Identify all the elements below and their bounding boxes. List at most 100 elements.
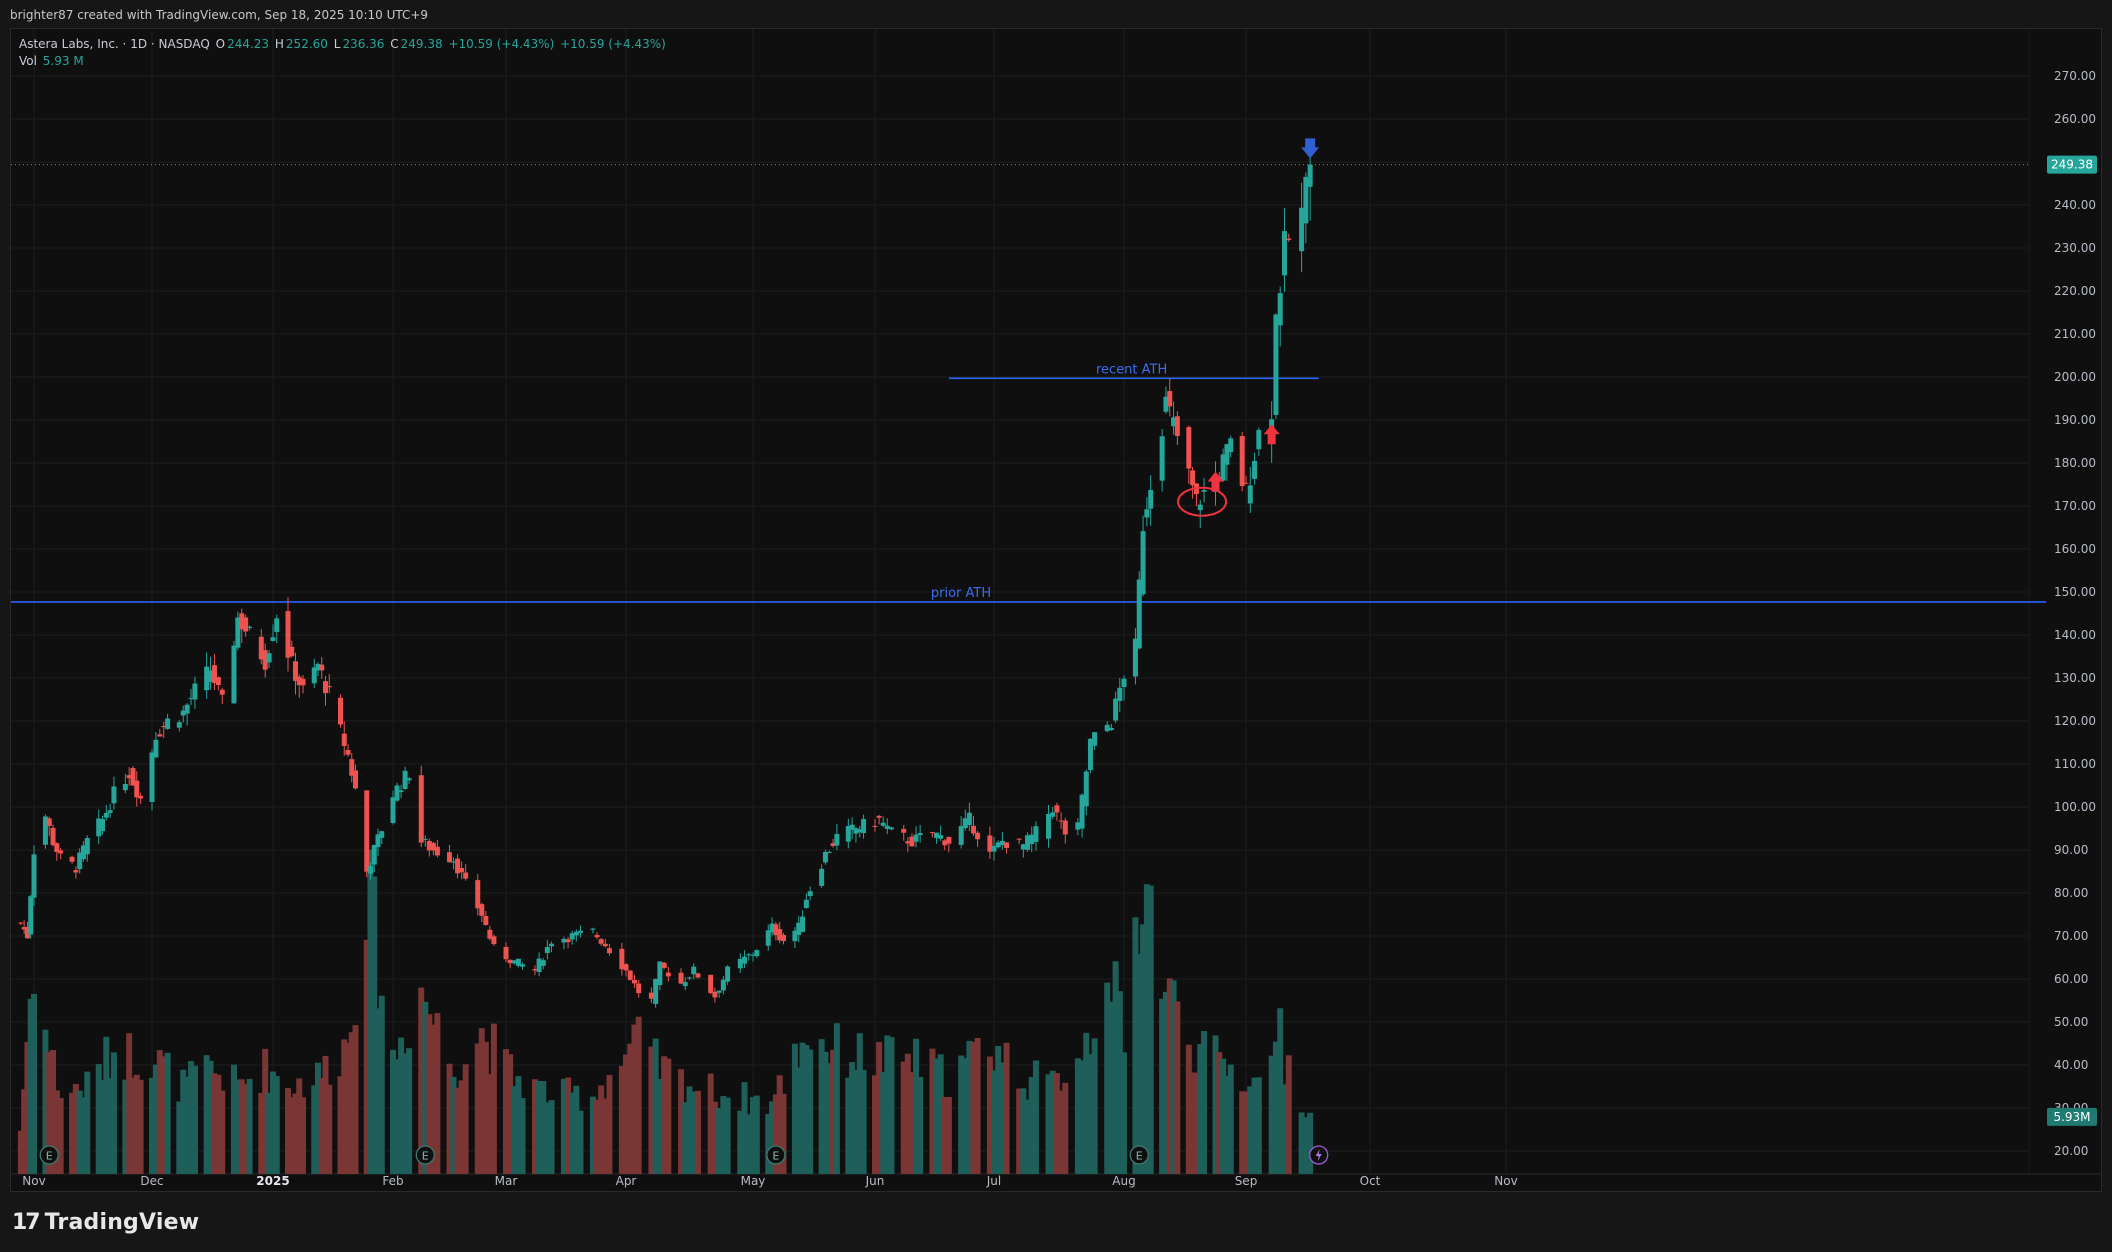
volume-bar	[753, 1095, 760, 1174]
candle-body	[1121, 678, 1127, 688]
candle-body	[636, 983, 642, 994]
lightning-icon	[1309, 1145, 1329, 1165]
candle-body	[134, 780, 140, 798]
y-tick-label: 190.00	[2054, 413, 2096, 427]
candle-body	[289, 646, 295, 657]
candle-body	[1228, 438, 1234, 453]
y-tick-label: 150.00	[2054, 585, 2096, 599]
candle-body	[1117, 687, 1123, 701]
candle-body	[379, 831, 385, 838]
y-tick-label: 80.00	[2054, 886, 2088, 900]
candle-body	[406, 778, 412, 781]
volume-bar	[1307, 1112, 1314, 1174]
low-value: 236.36	[342, 37, 385, 51]
volume-bar	[519, 1098, 526, 1174]
candle-body	[1307, 164, 1313, 187]
candle-body	[913, 834, 919, 842]
volume-bar	[548, 1100, 555, 1174]
volume-bar	[406, 1048, 413, 1174]
candle-body	[341, 733, 347, 746]
candle-body	[243, 617, 249, 632]
volume-bar	[888, 1037, 895, 1174]
candle-body	[107, 810, 113, 814]
candle-body	[1033, 826, 1039, 842]
candle-body	[1273, 314, 1279, 415]
candle-body	[807, 891, 813, 897]
tradingview-logo-text: TradingView	[44, 1210, 200, 1235]
candle-body	[111, 786, 117, 804]
volume-bar	[490, 1023, 497, 1174]
svg-text:E: E	[1136, 1150, 1143, 1163]
candle-body	[326, 685, 332, 688]
candle-body	[1190, 470, 1196, 486]
candle-body	[31, 854, 37, 898]
candle-body	[781, 934, 786, 942]
candle-body	[394, 785, 400, 801]
y-tick-label: 180.00	[2054, 456, 2096, 470]
candle-body	[691, 966, 697, 975]
volume-bar	[1091, 1038, 1098, 1174]
candle-body	[398, 790, 404, 792]
candle-body	[353, 770, 358, 789]
candle-body	[565, 939, 571, 943]
y-tick-label: 140.00	[2054, 628, 2096, 642]
candle-body	[231, 645, 237, 704]
volume-bar	[860, 1069, 867, 1174]
candle-body	[946, 836, 952, 844]
candle-body	[880, 822, 886, 826]
candle-body	[176, 722, 182, 728]
x-tick-label: Nov	[22, 1174, 45, 1188]
candle-body	[479, 904, 485, 916]
tradingview-logo[interactable]: 17 TradingView	[12, 1210, 199, 1235]
tradingview-logo-icon: 17	[12, 1210, 41, 1235]
candle-body	[958, 826, 964, 845]
candle-body	[665, 972, 671, 977]
level-label: prior ATH	[931, 586, 991, 601]
volume-bar	[326, 1084, 333, 1174]
candle-body	[270, 637, 276, 641]
candle-body	[765, 930, 771, 946]
candle-body	[1201, 490, 1207, 492]
candle-body	[549, 943, 555, 947]
candle-body	[826, 851, 832, 853]
candle-body	[100, 819, 106, 832]
volume-bar	[945, 1096, 952, 1174]
x-tick-label: Dec	[140, 1174, 163, 1188]
open-label: O	[215, 37, 226, 51]
candle-body	[1016, 838, 1022, 840]
candle-body	[192, 683, 198, 700]
candle-body	[1247, 485, 1253, 504]
candle-body	[103, 812, 109, 818]
candle-body	[1050, 812, 1056, 817]
price-chart[interactable]: prior ATHrecent ATH EEEE 270.00260.00250…	[11, 29, 2101, 1191]
candle-body	[695, 973, 701, 978]
candle-body	[122, 783, 128, 791]
high-value: 252.60	[285, 37, 328, 51]
symbol-name: Astera Labs, Inc. · 1D · NASDAQ	[19, 37, 210, 51]
candle-body	[503, 946, 509, 960]
y-tick-label: 230.00	[2054, 241, 2096, 255]
candle-body	[463, 872, 469, 879]
last-price-value: 249.38	[2051, 158, 2093, 172]
candle-body	[966, 812, 972, 826]
candle-body	[661, 962, 667, 969]
chart-panel[interactable]: Astera Labs, Inc. · 1D · NASDAQ O 244.23 …	[10, 28, 2102, 1192]
y-tick-label: 200.00	[2054, 370, 2096, 384]
candle-body	[73, 870, 79, 873]
candle-body	[418, 775, 424, 843]
y-tick-label: 120.00	[2054, 714, 2096, 728]
candle-body	[483, 915, 489, 925]
volume-bar	[378, 995, 385, 1174]
candle-body	[520, 964, 526, 967]
candle-body	[345, 749, 351, 755]
candle-body	[627, 970, 633, 980]
change-value-2: +10.59 (+4.43%)	[560, 37, 666, 51]
volume-value: 5.93 M	[42, 54, 84, 68]
chart-legend: Astera Labs, Inc. · 1D · NASDAQ O 244.23 …	[19, 36, 668, 70]
y-tick-label: 90.00	[2054, 843, 2088, 857]
volume-bar	[137, 1079, 144, 1174]
y-tick-label: 110.00	[2054, 757, 2096, 771]
y-tick-label: 20.00	[2054, 1144, 2088, 1158]
candle-body	[300, 678, 306, 686]
candle-body	[1159, 436, 1165, 481]
